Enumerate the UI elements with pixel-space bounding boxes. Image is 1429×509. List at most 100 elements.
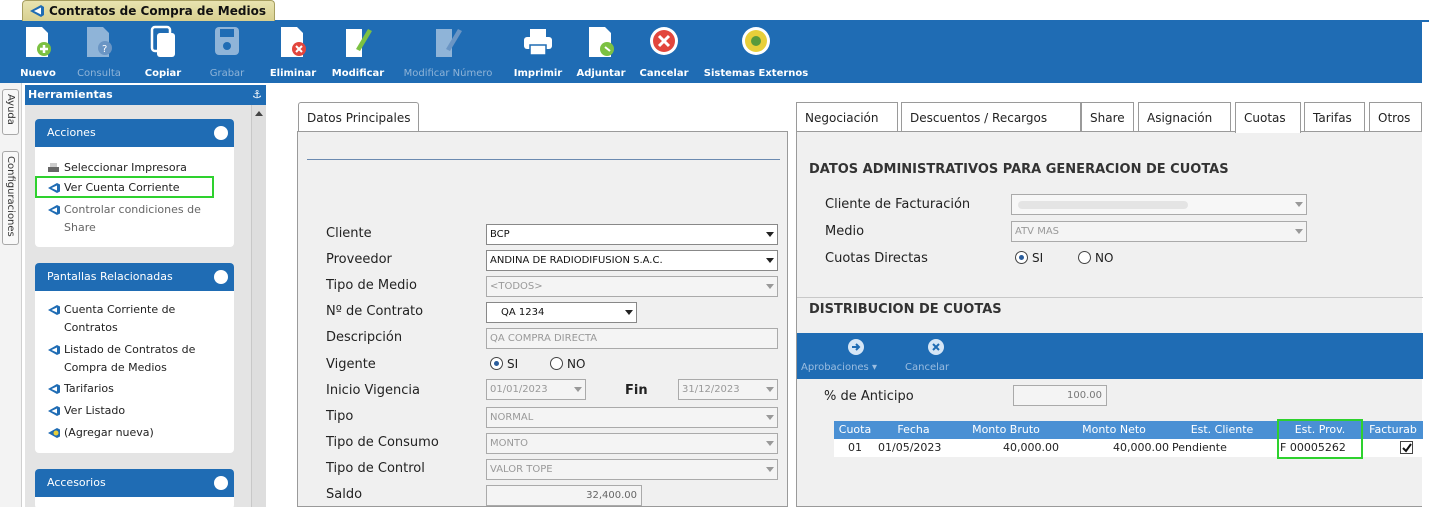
scroll-up-icon[interactable] [255, 111, 263, 116]
collapse-icon[interactable] [214, 126, 228, 140]
consumption-type-select[interactable]: MONTO [486, 433, 778, 454]
consult-button[interactable]: ? Consulta [74, 22, 124, 83]
actions-panel-header[interactable]: Acciones [35, 119, 234, 147]
tab-main-data[interactable]: Datos Principales [298, 102, 420, 132]
distribution-cancel-label: Cancelar [905, 362, 950, 373]
col-facturable[interactable]: Facturab [1363, 421, 1423, 439]
related-item-view-list-label: Ver Listado [64, 404, 126, 417]
valid-no-radio[interactable]: NO [550, 357, 585, 371]
consult-button-label: Consulta [77, 68, 121, 79]
billing-client-select[interactable] [1011, 194, 1307, 215]
tab-share-label: Share [1090, 111, 1125, 125]
approvals-label: Aprobaciones ▾ [801, 362, 877, 373]
accessories-header[interactable]: Accesorios [35, 469, 234, 497]
contract-number-select[interactable]: QA 1234 [486, 302, 637, 323]
new-button[interactable]: Nuevo [18, 22, 58, 83]
related-screens-panel: Pantallas Relacionadas Cuenta Corriente … [35, 263, 234, 453]
end-date-label: Fin [625, 383, 648, 398]
distribution-section-title: DISTRIBUCION DE CUOTAS [809, 302, 1002, 317]
start-date-field[interactable]: 01/01/2023 [486, 379, 586, 400]
distribution-cancel-button[interactable]: Cancelar [901, 335, 957, 377]
related-screens-title: Pantallas Relacionadas [47, 270, 173, 283]
document-tab[interactable]: Contratos de Compra de Medios [22, 0, 275, 21]
tab-discounts[interactable]: Descuentos / Recargos [901, 102, 1081, 131]
external-systems-button[interactable]: Sistemas Externos [700, 22, 812, 83]
delete-button[interactable]: Eliminar [269, 22, 317, 83]
approve-icon [848, 339, 864, 355]
valid-no-label: NO [567, 357, 586, 371]
direct-quotas-label: Cuotas Directas [825, 251, 928, 266]
col-est-cliente[interactable]: Est. Cliente [1167, 421, 1277, 439]
description-field[interactable]: QA COMPRA DIRECTA [486, 328, 778, 349]
cancel-button[interactable]: Cancelar [636, 22, 692, 83]
col-fecha[interactable]: Fecha [876, 421, 951, 439]
advance-label: % de Anticipo [824, 389, 914, 404]
media-select[interactable]: ATV MAS [1011, 221, 1307, 242]
collapse-icon[interactable] [214, 476, 228, 490]
type-value: NORMAL [490, 412, 534, 423]
right-section: Negociación Descuentos / Recargos Share … [796, 102, 1423, 507]
pin-icon[interactable]: ⚓ [252, 85, 262, 105]
tab-assignment[interactable]: Asignación [1138, 102, 1231, 131]
collapse-icon[interactable] [214, 270, 228, 284]
help-side-tab-label: Ayuda [5, 94, 16, 125]
tab-others-label: Otros [1378, 111, 1411, 125]
arrow-icon [48, 384, 60, 394]
facturable-checkbox[interactable] [1400, 441, 1413, 454]
cancel-icon [650, 27, 678, 55]
related-item-account-label: Cuenta Corriente de Contratos [64, 303, 176, 334]
tab-others[interactable]: Otros [1369, 102, 1422, 131]
start-date-value: 01/01/2023 [490, 384, 548, 395]
tools-scrollbar[interactable] [251, 105, 266, 507]
modify-button[interactable]: Modificar [328, 22, 388, 83]
balance-value: 32,400.00 [586, 490, 637, 501]
advance-field[interactable]: 100.00 [1013, 385, 1107, 406]
side-strip: Ayuda Configuraciones [0, 83, 22, 507]
tab-negotiation[interactable]: Negociación [796, 102, 898, 131]
attach-button[interactable]: Adjuntar [572, 22, 630, 83]
control-type-select[interactable]: VALOR TOPE [486, 459, 778, 480]
copy-button[interactable]: Copiar [143, 22, 183, 83]
consumption-type-label: Tipo de Consumo [326, 435, 439, 450]
tab-cuotas-label: Cuotas [1244, 111, 1286, 125]
tab-cuotas[interactable]: Cuotas [1235, 102, 1301, 133]
media-type-select[interactable]: <TODOS> [486, 276, 778, 297]
type-select[interactable]: NORMAL [486, 407, 778, 428]
highlight-box [1277, 419, 1363, 459]
provider-select[interactable]: ANDINA DE RADIODIFUSION S.A.C. [486, 250, 778, 271]
col-cuota[interactable]: Cuota [834, 421, 876, 439]
direct-quotas-yes-radio[interactable]: SI [1015, 251, 1043, 265]
cancel-small-icon [928, 339, 944, 355]
copy-button-label: Copiar [144, 68, 182, 79]
config-side-tab[interactable]: Configuraciones [2, 151, 19, 245]
col-monto-neto[interactable]: Monto Neto [1061, 421, 1167, 439]
help-side-tab[interactable]: Ayuda [2, 89, 19, 135]
client-select[interactable]: BCP [486, 224, 778, 245]
approvals-button[interactable]: Aprobaciones ▾ [801, 335, 885, 377]
valid-yes-radio[interactable]: SI [490, 357, 518, 371]
contract-icon [30, 5, 44, 17]
highlight-box [35, 176, 214, 198]
tab-share[interactable]: Share [1081, 102, 1134, 131]
save-button[interactable]: Grabar [205, 22, 249, 83]
accessories-panel: Accesorios [35, 469, 234, 509]
print-button[interactable]: Imprimir [512, 22, 564, 83]
radio-empty-icon [1078, 251, 1091, 264]
tab-main-data-label: Datos Principales [307, 111, 411, 125]
end-date-value: 31/12/2023 [682, 384, 740, 395]
client-value: BCP [490, 229, 510, 240]
svg-text:?: ? [102, 44, 107, 55]
cancel-button-label: Cancelar [639, 68, 689, 79]
control-type-value: VALOR TOPE [490, 464, 553, 475]
tab-assignment-label: Asignación [1147, 111, 1213, 125]
col-monto-bruto[interactable]: Monto Bruto [951, 421, 1061, 439]
direct-quotas-no-label: NO [1095, 251, 1114, 265]
chevron-down-icon [1295, 229, 1303, 234]
direct-quotas-yes-label: SI [1032, 251, 1044, 265]
tab-rates[interactable]: Tarifas [1304, 102, 1365, 131]
end-date-field[interactable]: 31/12/2023 [678, 379, 778, 400]
balance-field[interactable]: 32,400.00 [486, 485, 642, 506]
direct-quotas-no-radio[interactable]: NO [1078, 251, 1113, 265]
related-screens-header[interactable]: Pantallas Relacionadas [35, 263, 234, 291]
modify-number-button[interactable]: Modificar Número [395, 22, 501, 83]
